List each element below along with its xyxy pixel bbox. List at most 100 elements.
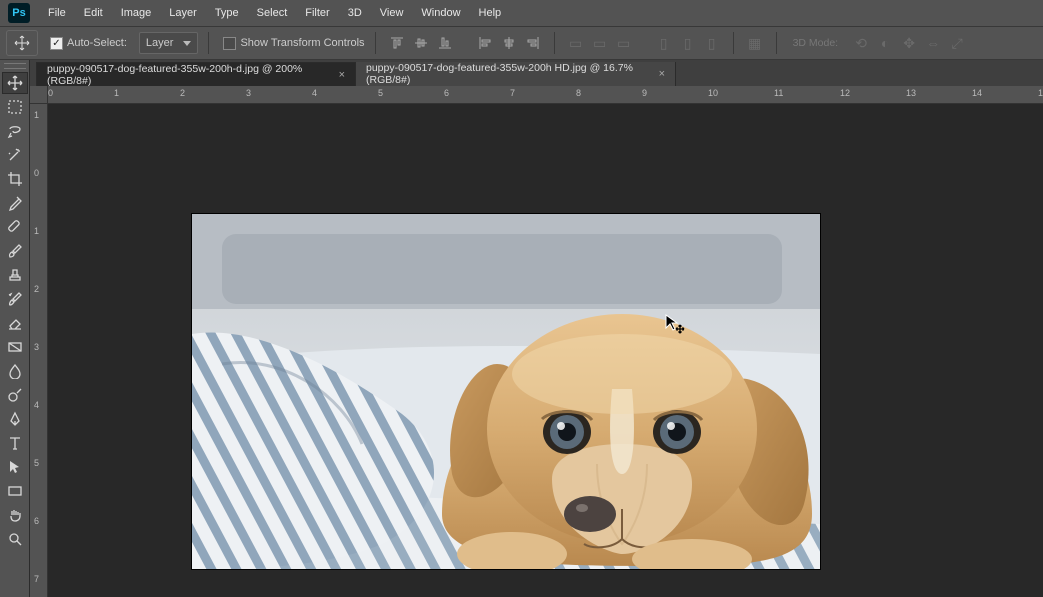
menu-help[interactable]: Help xyxy=(471,3,510,23)
document-tab-label: puppy-090517-dog-featured-355w-200h HD.j… xyxy=(366,62,651,86)
tool-hand[interactable] xyxy=(2,504,28,526)
mode-3d-label: 3D Mode: xyxy=(787,37,845,49)
tool-lasso[interactable] xyxy=(2,120,28,142)
distribute-vcenter-icon[interactable]: ▭ xyxy=(589,32,611,54)
app-logo: Ps xyxy=(8,3,30,23)
menu-edit[interactable]: Edit xyxy=(76,3,111,23)
3d-rotate-icon[interactable]: ⟲ xyxy=(850,32,872,54)
distribute-group: ▭ ▭ ▭ xyxy=(565,32,635,54)
menu-3d[interactable]: 3D xyxy=(340,3,370,23)
align-bottom-icon[interactable] xyxy=(434,32,456,54)
horizontal-ruler[interactable]: 0123456789101112131415 xyxy=(48,86,1043,104)
brush-icon xyxy=(7,243,23,259)
menu-file[interactable]: File xyxy=(40,3,74,23)
ruler-tick: 12 xyxy=(840,88,850,98)
show-transform-checkbox[interactable] xyxy=(223,37,236,50)
align-h-group xyxy=(474,32,544,54)
menu-view[interactable]: View xyxy=(372,3,412,23)
wand-icon xyxy=(7,147,23,163)
align-vcenter-icon[interactable] xyxy=(410,32,432,54)
close-icon[interactable]: × xyxy=(659,68,665,80)
tool-gradient[interactable] xyxy=(2,336,28,358)
crop-icon xyxy=(7,171,23,187)
gradient-icon xyxy=(7,339,23,355)
menu-filter[interactable]: Filter xyxy=(297,3,337,23)
tool-pen[interactable] xyxy=(2,408,28,430)
tool-brush[interactable] xyxy=(2,240,28,262)
vertical-ruler[interactable]: 101234567 xyxy=(30,104,48,597)
separator xyxy=(208,32,209,54)
tool-rectangle[interactable] xyxy=(2,480,28,502)
3d-pan-icon[interactable]: ✥ xyxy=(898,32,920,54)
document-tab[interactable]: puppy-090517-dog-featured-355w-200h-d.jp… xyxy=(36,62,356,86)
ruler-tick: 0 xyxy=(34,168,39,178)
stamp-icon xyxy=(7,267,23,283)
ruler-tick: 13 xyxy=(906,88,916,98)
tool-rect-marquee[interactable] xyxy=(2,96,28,118)
ruler-tick: 4 xyxy=(34,400,39,410)
distribute-top-icon[interactable]: ▭ xyxy=(565,32,587,54)
tool-crop[interactable] xyxy=(2,168,28,190)
menu-layer[interactable]: Layer xyxy=(161,3,205,23)
current-tool-indicator[interactable] xyxy=(6,30,38,56)
tool-history-brush[interactable] xyxy=(2,288,28,310)
separator xyxy=(554,32,555,54)
show-transform-label: Show Transform Controls xyxy=(240,37,364,49)
type-icon xyxy=(7,435,23,451)
align-group xyxy=(386,32,456,54)
tool-blur[interactable] xyxy=(2,360,28,382)
3d-roll-icon[interactable]: ◐ xyxy=(874,32,896,54)
mode-3d-group: ⟲ ◐ ✥ ⇔ ⤢ xyxy=(850,32,968,54)
pen-icon xyxy=(7,411,23,427)
ruler-tick: 5 xyxy=(34,458,39,468)
auto-align-icon[interactable]: ▦ xyxy=(744,32,766,54)
toolbox-grip[interactable] xyxy=(4,63,26,69)
hand-icon xyxy=(7,507,23,523)
document-tab-label: puppy-090517-dog-featured-355w-200h-d.jp… xyxy=(47,63,331,87)
distribute-bottom-icon[interactable]: ▭ xyxy=(613,32,635,54)
tool-eyedropper[interactable] xyxy=(2,192,28,214)
blur-icon xyxy=(7,363,23,379)
ruler-tick: 1 xyxy=(34,110,39,120)
canvas-viewport[interactable] xyxy=(48,104,1043,597)
tool-eraser[interactable] xyxy=(2,312,28,334)
auto-select-target-dropdown[interactable]: Layer xyxy=(139,32,199,54)
auto-select-label: Auto-Select: xyxy=(67,37,127,49)
tool-move[interactable] xyxy=(2,72,28,94)
move-icon xyxy=(14,35,30,51)
tool-clone-stamp[interactable] xyxy=(2,264,28,286)
tool-dodge[interactable] xyxy=(2,384,28,406)
ruler-tick: 15 xyxy=(1038,88,1043,98)
3d-scale-icon[interactable]: ⤢ xyxy=(946,32,968,54)
tool-healing-brush[interactable] xyxy=(2,216,28,238)
show-transform-group: Show Transform Controls xyxy=(223,37,364,50)
distribute-right-icon[interactable]: ▯ xyxy=(701,32,723,54)
menu-select[interactable]: Select xyxy=(249,3,296,23)
tool-type[interactable] xyxy=(2,432,28,454)
ruler-tick: 1 xyxy=(114,88,119,98)
3d-slide-icon[interactable]: ⇔ xyxy=(922,32,944,54)
menu-bar: Ps File Edit Image Layer Type Select Fil… xyxy=(0,0,1043,26)
align-left-icon[interactable] xyxy=(474,32,496,54)
ruler-tick: 2 xyxy=(180,88,185,98)
zoom-icon xyxy=(7,531,23,547)
ruler-tick: 6 xyxy=(444,88,449,98)
align-hcenter-icon[interactable] xyxy=(498,32,520,54)
distribute-hcenter-icon[interactable]: ▯ xyxy=(677,32,699,54)
tool-path-select[interactable] xyxy=(2,456,28,478)
document-image xyxy=(192,214,820,569)
menu-type[interactable]: Type xyxy=(207,3,247,23)
align-top-icon[interactable] xyxy=(386,32,408,54)
canvas[interactable] xyxy=(192,214,820,569)
close-icon[interactable]: × xyxy=(339,69,345,81)
menu-window[interactable]: Window xyxy=(413,3,468,23)
auto-select-checkbox[interactable]: ✓ xyxy=(50,37,63,50)
separator xyxy=(776,32,777,54)
menu-image[interactable]: Image xyxy=(113,3,160,23)
distribute-left-icon[interactable]: ▯ xyxy=(653,32,675,54)
tool-magic-wand[interactable] xyxy=(2,144,28,166)
align-right-icon[interactable] xyxy=(522,32,544,54)
tool-zoom[interactable] xyxy=(2,528,28,550)
document-tab[interactable]: puppy-090517-dog-featured-355w-200h HD.j… xyxy=(356,62,676,86)
marquee-icon xyxy=(7,99,23,115)
